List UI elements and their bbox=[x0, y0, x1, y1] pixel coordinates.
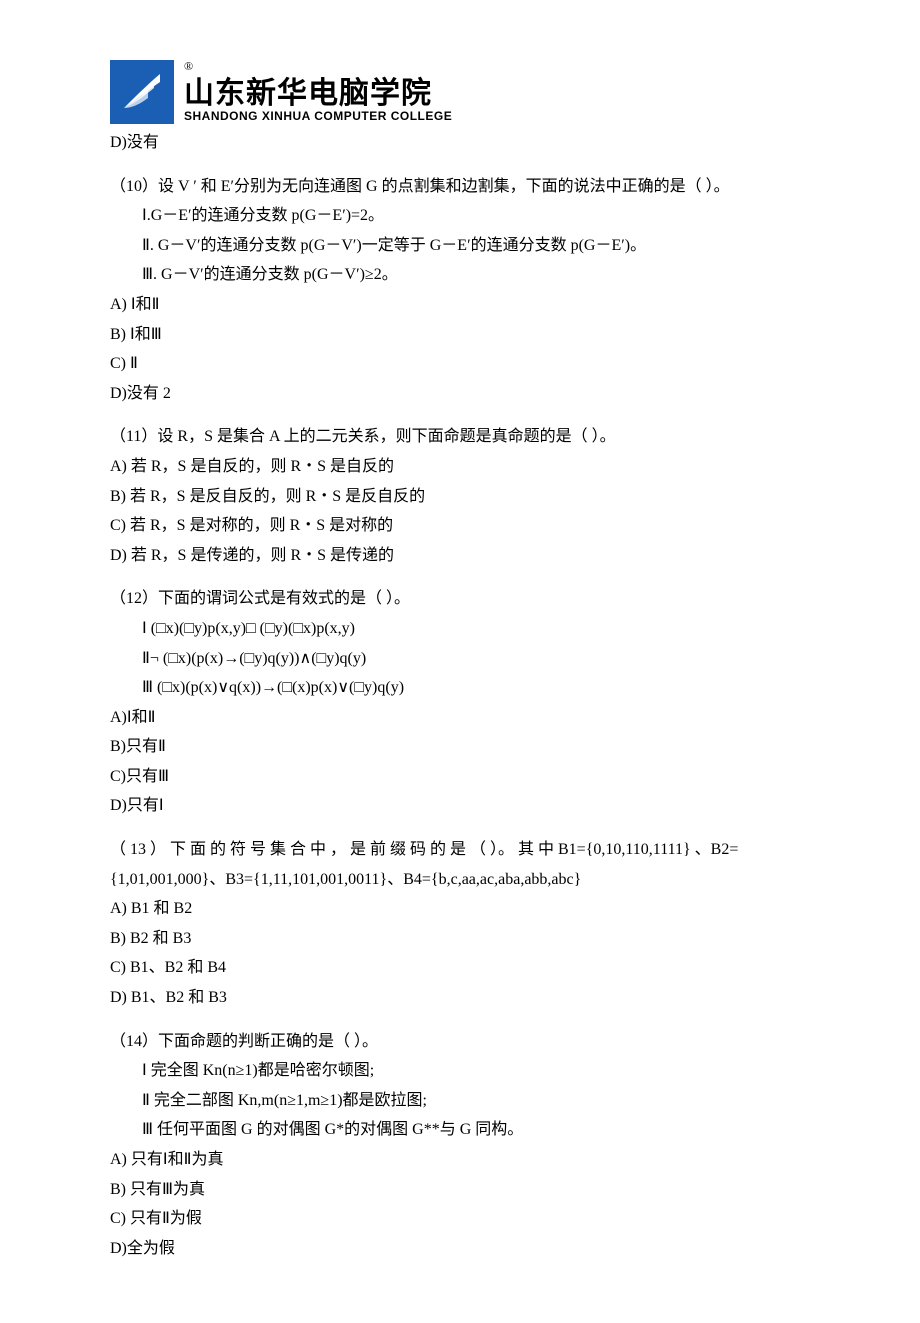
question-12: （12）下面的谓词公式是有效式的是（ ）。 Ⅰ (□x)(□y)p(x,y)□ … bbox=[110, 584, 810, 821]
q14-option-c: C) 只有Ⅱ为假 bbox=[110, 1204, 810, 1234]
q13-option-c: C) B1、B2 和 B4 bbox=[110, 953, 810, 983]
q10-option-d: D)没有 2 bbox=[110, 379, 810, 409]
logo-text-cn: 山东新华电脑学院 bbox=[184, 79, 452, 109]
document-page: ® 山东新华电脑学院 SHANDONG XINHUA COMPUTER COLL… bbox=[0, 0, 920, 1323]
q14-option-d: D)全为假 bbox=[110, 1234, 810, 1264]
q11-option-c: C) 若 R，S 是对称的，则 R・S 是对称的 bbox=[110, 511, 810, 541]
q12-statement-3: Ⅲ (□x)(p(x)∨q(x))→(□(x)p(x)∨(□y)q(y) bbox=[110, 673, 810, 703]
q10-statement-3: Ⅲ. G－V′的连通分支数 p(G－V′)≥2。 bbox=[110, 260, 810, 290]
q10-option-c: C) Ⅱ bbox=[110, 349, 810, 379]
q13-option-a: A) B1 和 B2 bbox=[110, 894, 810, 924]
question-13: （ 13 ） 下 面 的 符 号 集 合 中 ， 是 前 缀 码 的 是 （ ）… bbox=[110, 835, 810, 1013]
q12-option-a: A)Ⅰ和Ⅱ bbox=[110, 703, 810, 733]
q14-statement-1: Ⅰ 完全图 Kn(n≥1)都是哈密尔顿图; bbox=[110, 1056, 810, 1086]
header-logo: ® 山东新华电脑学院 SHANDONG XINHUA COMPUTER COLL… bbox=[110, 60, 810, 124]
question-11: （11）设 R，S 是集合 A 上的二元关系，则下面命题是真命题的是（ ）。 A… bbox=[110, 422, 810, 570]
q13-option-d: D) B1、B2 和 B3 bbox=[110, 983, 810, 1013]
q13-option-b: B) B2 和 B3 bbox=[110, 924, 810, 954]
q11-option-b: B) 若 R，S 是反自反的，则 R・S 是反自反的 bbox=[110, 482, 810, 512]
logo-mark-icon bbox=[110, 60, 174, 124]
q14-option-b: B) 只有Ⅲ为真 bbox=[110, 1175, 810, 1205]
q10-statement-2: Ⅱ. G－V′的连通分支数 p(G－V′)一定等于 G－E′的连通分支数 p(G… bbox=[110, 231, 810, 261]
q14-option-a: A) 只有Ⅰ和Ⅱ为真 bbox=[110, 1145, 810, 1175]
q12-statement-2: Ⅱ¬ (□x)(p(x)→(□y)q(y))∧(□y)q(y) bbox=[110, 644, 810, 674]
q11-stem: （11）设 R，S 是集合 A 上的二元关系，则下面命题是真命题的是（ ）。 bbox=[110, 422, 810, 452]
q10-stem: （10）设 V ′ 和 E′分别为无向连通图 G 的点割集和边割集，下面的说法中… bbox=[110, 172, 810, 202]
q14-statement-3: Ⅲ 任何平面图 G 的对偶图 G*的对偶图 G**与 G 同构。 bbox=[110, 1115, 810, 1145]
registered-mark-icon: ® bbox=[184, 59, 193, 73]
q12-option-c: C)只有Ⅲ bbox=[110, 762, 810, 792]
question-14: （14）下面命题的判断正确的是（ ）。 Ⅰ 完全图 Kn(n≥1)都是哈密尔顿图… bbox=[110, 1027, 810, 1264]
q14-stem: （14）下面命题的判断正确的是（ ）。 bbox=[110, 1027, 810, 1057]
previous-question-option-d: D)没有 bbox=[110, 128, 810, 158]
q12-statement-1: Ⅰ (□x)(□y)p(x,y)□ (□y)(□x)p(x,y) bbox=[110, 614, 810, 644]
question-10: （10）设 V ′ 和 E′分别为无向连通图 G 的点割集和边割集，下面的说法中… bbox=[110, 172, 810, 409]
q10-option-a: A) Ⅰ和Ⅱ bbox=[110, 290, 810, 320]
q12-option-d: D)只有Ⅰ bbox=[110, 791, 810, 821]
q11-option-d: D) 若 R，S 是传递的，则 R・S 是传递的 bbox=[110, 541, 810, 571]
q13-stem: （ 13 ） 下 面 的 符 号 集 合 中 ， 是 前 缀 码 的 是 （ ）… bbox=[110, 835, 810, 894]
q12-option-b: B)只有Ⅱ bbox=[110, 732, 810, 762]
logo-text-en: SHANDONG XINHUA COMPUTER COLLEGE bbox=[184, 109, 452, 123]
q12-stem: （12）下面的谓词公式是有效式的是（ ）。 bbox=[110, 584, 810, 614]
q11-option-a: A) 若 R，S 是自反的，则 R・S 是自反的 bbox=[110, 452, 810, 482]
logo-text-block: ® 山东新华电脑学院 SHANDONG XINHUA COMPUTER COLL… bbox=[184, 61, 452, 123]
q14-statement-2: Ⅱ 完全二部图 Kn,m(n≥1,m≥1)都是欧拉图; bbox=[110, 1086, 810, 1116]
q10-option-b: B) Ⅰ和Ⅲ bbox=[110, 320, 810, 350]
q10-statement-1: Ⅰ.G－E′的连通分支数 p(G－E′)=2。 bbox=[110, 201, 810, 231]
